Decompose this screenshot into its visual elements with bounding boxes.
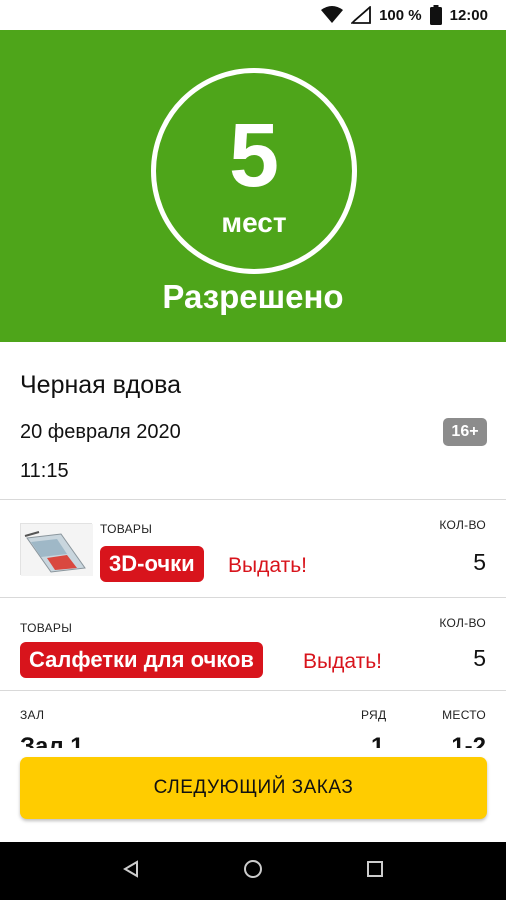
item-category-label: ТОВАРЫ	[100, 522, 153, 536]
seat-count-unit: мест	[221, 207, 287, 238]
session-time: 11:15	[20, 460, 69, 482]
place-label: МЕСТО	[442, 708, 486, 722]
3d-glasses-icon	[21, 524, 93, 576]
home-icon[interactable]	[243, 859, 263, 884]
divider	[0, 499, 506, 500]
back-icon[interactable]	[122, 859, 140, 883]
item-qty-label: КОЛ-ВО	[439, 616, 486, 630]
signal-icon	[351, 6, 371, 24]
age-rating-badge: 16+	[443, 418, 487, 446]
3d-glasses-thumbnail	[20, 523, 93, 576]
item-issue-action[interactable]: Выдать!	[303, 650, 382, 674]
recents-icon[interactable]	[366, 860, 384, 883]
divider	[0, 690, 506, 691]
battery-percent: 100 %	[379, 6, 422, 24]
item-quantity: 5	[473, 645, 486, 671]
next-order-button[interactable]: СЛЕДУЮЩИЙ ЗАКАЗ	[20, 757, 487, 819]
access-status-text: Разрешено	[162, 278, 344, 315]
item-qty-label: КОЛ-ВО	[439, 518, 486, 532]
item-category-label: ТОВАРЫ	[20, 621, 73, 635]
clock: 12:00	[449, 6, 488, 24]
system-nav-bar	[0, 842, 506, 900]
divider	[0, 597, 506, 598]
row-label: РЯД	[361, 708, 387, 722]
session-date: 20 февраля 2020	[20, 421, 181, 443]
seat-count-ring: 5 мест	[151, 68, 357, 274]
hall-label: ЗАЛ	[20, 708, 45, 722]
film-title: Черная вдова	[20, 371, 182, 399]
wifi-icon	[321, 6, 344, 23]
item-name-badge: 3D-очки	[100, 546, 204, 582]
battery-icon	[429, 5, 442, 25]
seat-count: 5	[228, 106, 280, 206]
item-issue-action[interactable]: Выдать!	[228, 554, 307, 578]
item-name-badge: Салфетки для очков	[20, 642, 263, 678]
access-status-banner: 5 мест Разрешено	[0, 30, 506, 342]
item-quantity: 5	[473, 549, 486, 575]
status-bar: 100 % 12:00	[0, 0, 506, 30]
